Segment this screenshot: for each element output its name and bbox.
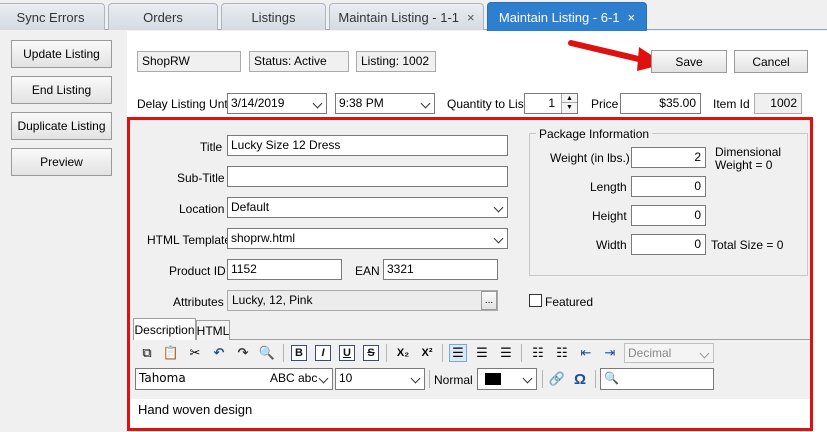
tab-bar: Sync Errors Orders Listings Maintain Lis…: [0, 0, 827, 31]
tab-maintain-listing-6-1[interactable]: Maintain Listing - 6-1 ×: [487, 2, 647, 31]
tab-orders[interactable]: Orders: [108, 3, 218, 30]
tab-label: Sync Errors: [16, 9, 85, 25]
close-icon[interactable]: ×: [628, 10, 636, 25]
highlight-box: [127, 117, 813, 431]
tab-label: Maintain Listing - 1-1: [338, 9, 460, 25]
preview-button[interactable]: Preview: [11, 148, 112, 176]
price-label: Price: [591, 97, 619, 111]
tab-maintain-listing-1-1[interactable]: Maintain Listing - 1-1 ×: [329, 3, 484, 30]
store-name: ShopRW: [137, 51, 241, 72]
delay-date-picker[interactable]: 3/14/2019: [227, 93, 327, 114]
item-id-label: Item Id: [713, 97, 750, 111]
chevron-down-icon[interactable]: ▼: [562, 103, 577, 112]
date-value: 3/14/2019: [231, 96, 285, 110]
delay-label: Delay Listing Until: [137, 97, 234, 111]
close-icon[interactable]: ×: [467, 10, 475, 25]
tab-label: Orders: [143, 9, 183, 25]
chevron-down-icon: [312, 98, 323, 109]
chevron-down-icon: [420, 98, 431, 109]
stepper-arrows[interactable]: ▲ ▼: [561, 94, 577, 113]
end-listing-button[interactable]: End Listing: [11, 76, 112, 104]
chevron-up-icon[interactable]: ▲: [562, 94, 577, 103]
time-value: 9:38 PM: [339, 96, 384, 110]
cancel-button[interactable]: Cancel: [734, 50, 808, 73]
tab-label: Listings: [251, 9, 296, 25]
tab-listings[interactable]: Listings: [221, 3, 326, 30]
quantity-label: Quantity to List: [447, 97, 528, 111]
tab-sync-errors[interactable]: Sync Errors: [0, 3, 105, 30]
update-listing-button[interactable]: Update Listing: [11, 40, 112, 68]
save-button[interactable]: Save: [651, 50, 727, 73]
delay-time-picker[interactable]: 9:38 PM: [335, 93, 435, 114]
item-id-value: 1002: [754, 93, 802, 114]
status-badge: Status: Active: [249, 51, 349, 72]
tab-label: Maintain Listing - 6-1: [498, 9, 620, 25]
quantity-value: 1: [548, 96, 555, 110]
price-field[interactable]: $35.00: [620, 93, 701, 114]
listing-number: Listing: 1002: [356, 51, 436, 72]
duplicate-listing-button[interactable]: Duplicate Listing: [11, 112, 112, 140]
